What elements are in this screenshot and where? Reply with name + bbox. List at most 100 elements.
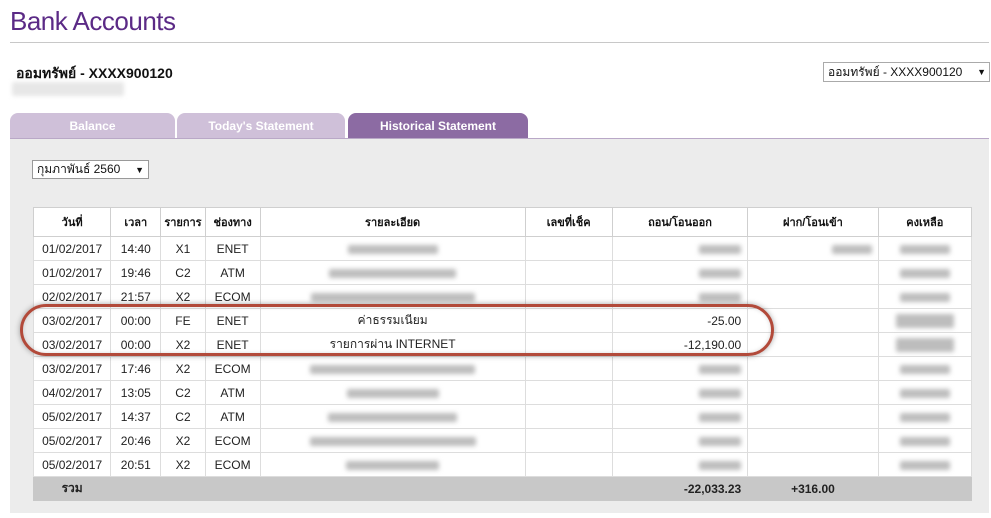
redacted-value [899, 460, 950, 470]
cell-balance [877, 452, 973, 477]
redacted-value [699, 412, 742, 422]
cell-channel: ATM [204, 380, 261, 405]
total-label: รวม [32, 476, 112, 501]
statement-table: วันที่ เวลา รายการ ช่องทาง รายละเอียด เล… [32, 207, 973, 501]
table-row: 05/02/2017 14:37 C2 ATM [32, 404, 973, 429]
redacted-value [699, 244, 742, 254]
cell-balance [877, 284, 973, 309]
month-selector[interactable]: กุมภาพันธ์ 2560 ▼ [32, 160, 149, 179]
cell-description [259, 380, 526, 405]
redacted-value [347, 244, 438, 254]
table-total-row: รวม -22,033.23 +316.00 [32, 476, 973, 501]
redacted-value [899, 268, 950, 278]
tab-todays-statement[interactable]: Today's Statement [177, 113, 345, 138]
cell-code: X2 [160, 356, 206, 381]
cell-cheque [524, 284, 613, 309]
account-selector-value: ออมทรัพย์ - XXXX900120 [828, 64, 963, 79]
table-row: 03/02/2017 00:00 X2 ENET รายการผ่าน INTERNET… [32, 332, 973, 357]
cell-description [259, 236, 526, 261]
cell-description [259, 260, 526, 285]
chevron-down-icon: ▼ [977, 67, 986, 77]
cell-description [259, 404, 526, 429]
tab-balance[interactable]: Balance [10, 113, 175, 138]
redacted-value [309, 436, 476, 446]
cell-date: 01/02/2017 [32, 236, 112, 261]
cell-description: รายการผ่าน INTERNET [259, 332, 526, 357]
cell-balance [877, 404, 973, 429]
redacted-value [895, 313, 954, 328]
cell-balance [877, 428, 973, 453]
redacted-value [310, 292, 475, 302]
cell-time: 21:57 [110, 284, 162, 309]
redacted-value [899, 364, 950, 374]
cell-channel: ENET [204, 236, 261, 261]
cell-code: C2 [160, 380, 206, 405]
table-row: 02/02/2017 21:57 X2 ECOM [32, 284, 973, 309]
cell-time: 00:00 [110, 308, 162, 333]
cell-balance [877, 308, 973, 333]
redacted-value [310, 364, 476, 374]
cell-description [259, 452, 526, 477]
cell-balance [877, 356, 973, 381]
cell-channel: ENET [204, 332, 261, 357]
cell-date: 01/02/2017 [32, 260, 112, 285]
cell-description [259, 284, 526, 309]
cell-cheque [524, 356, 613, 381]
cell-cheque [524, 404, 613, 429]
tab-historical-statement[interactable]: Historical Statement [348, 113, 528, 138]
cell-withdrawal [611, 404, 749, 429]
column-header-balance: คงเหลือ [877, 207, 973, 237]
cell-channel: ECOM [204, 428, 261, 453]
cell-time: 20:46 [110, 428, 162, 453]
redacted-value [329, 268, 457, 278]
cell-withdrawal: -25.00 [611, 308, 749, 333]
cell-withdrawal: -12,190.00 [611, 332, 749, 357]
cell-deposit [747, 284, 879, 309]
redacted-value [699, 460, 742, 470]
cell-code: X2 [160, 284, 206, 309]
redacted-value [346, 388, 439, 398]
account-selector[interactable]: ออมทรัพย์ - XXXX900120 ▼ [823, 62, 990, 82]
redacted-value [699, 436, 742, 446]
cell-code: FE [160, 308, 206, 333]
column-header-channel: ช่องทาง [204, 207, 261, 237]
cell-withdrawal [611, 380, 749, 405]
table-row: 04/02/2017 13:05 C2 ATM [32, 380, 973, 405]
table-row: 01/02/2017 14:40 X1 ENET [32, 236, 973, 261]
cell-deposit [747, 332, 879, 357]
redacted-value [699, 364, 742, 374]
cell-cheque [524, 260, 613, 285]
cell-cheque [524, 308, 613, 333]
cell-channel: ECOM [204, 356, 261, 381]
redacted-value [699, 268, 742, 278]
cell-date: 02/02/2017 [32, 284, 112, 309]
table-row: 03/02/2017 17:46 X2 ECOM [32, 356, 973, 381]
redacted-value [699, 292, 742, 302]
cell-withdrawal [611, 356, 749, 381]
column-header-description: รายละเอียด [259, 207, 526, 237]
cell-code: C2 [160, 404, 206, 429]
cell-deposit [747, 428, 879, 453]
cell-cheque [524, 452, 613, 477]
redacted-value [328, 412, 458, 422]
column-header-withdrawal: ถอน/โอนออก [611, 207, 749, 237]
cell-date: 05/02/2017 [32, 428, 112, 453]
cell-date: 03/02/2017 [32, 332, 112, 357]
page-title: Bank Accounts [10, 6, 176, 36]
redacted-value [899, 244, 950, 254]
cell-code: X2 [160, 428, 206, 453]
cell-withdrawal [611, 284, 749, 309]
cell-withdrawal [611, 260, 749, 285]
cell-time: 00:00 [110, 332, 162, 357]
cell-description: ค่าธรรมเนียม [259, 308, 526, 333]
cell-balance [877, 236, 973, 261]
cell-balance [877, 332, 973, 357]
redacted-value [899, 292, 950, 302]
cell-code: X2 [160, 452, 206, 477]
total-withdrawal: -22,033.23 [611, 476, 749, 501]
cell-time: 14:37 [110, 404, 162, 429]
table-row: 01/02/2017 19:46 C2 ATM [32, 260, 973, 285]
redacted-value [831, 244, 872, 254]
redacted-value [699, 388, 742, 398]
cell-deposit [747, 236, 879, 261]
